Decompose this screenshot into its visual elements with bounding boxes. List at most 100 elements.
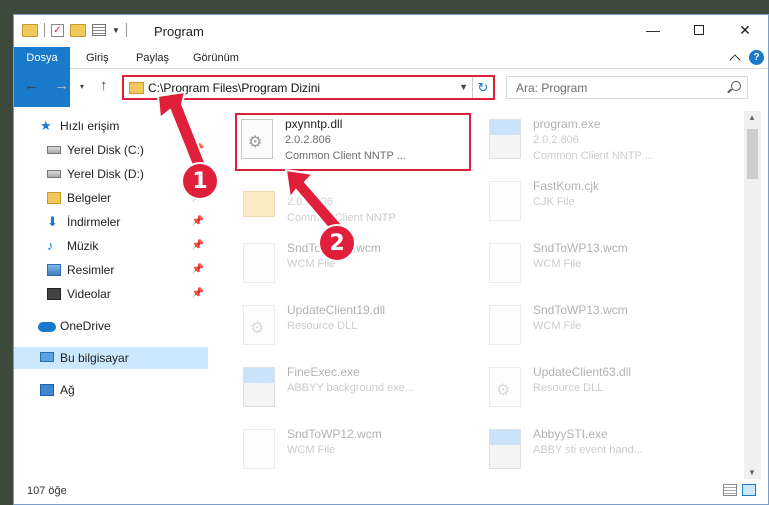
- file-description: Common Client NNTP ...: [285, 150, 406, 162]
- file-name: pxynntp.dll: [285, 117, 343, 131]
- close-button[interactable]: ✕: [722, 15, 768, 45]
- quick-access-toolbar: ✓ ▼: [22, 23, 127, 37]
- maximize-icon: [694, 25, 704, 35]
- dll-file-icon: [243, 305, 275, 345]
- file-version: WCM File: [287, 444, 336, 456]
- pin-icon: 📌: [191, 240, 204, 251]
- scrollbar-thumb[interactable]: [747, 129, 758, 179]
- maximize-button[interactable]: [676, 15, 722, 45]
- scroll-down-icon[interactable]: ▼: [748, 468, 756, 477]
- address-chevron-down-icon[interactable]: ▼: [459, 82, 468, 92]
- file-item[interactable]: SndToWP12.wcm WCM File: [235, 423, 475, 481]
- details-view-icon[interactable]: [723, 484, 737, 496]
- sidebar-item-documents[interactable]: Belgeler 📌: [14, 187, 208, 209]
- pin-icon: 📌: [191, 264, 204, 275]
- sidebar-item-disk-d[interactable]: Yerel Disk (D:): [14, 163, 208, 185]
- file-version: WCM File: [533, 258, 582, 270]
- recent-locations-chevron-icon[interactable]: ▾: [80, 82, 84, 91]
- cloud-icon: [38, 322, 56, 332]
- file-item[interactable]: es 2.0.2.806 Common Client NNTP: [235, 175, 475, 235]
- network-icon: [40, 384, 54, 396]
- address-path[interactable]: C:\Program Files\Program Dizini: [148, 81, 320, 95]
- forward-button[interactable]: →: [54, 77, 69, 94]
- file-name: FineExec.exe: [287, 365, 360, 379]
- sidebar-item-label: Ağ: [60, 383, 75, 397]
- tiles-view-icon[interactable]: [742, 484, 756, 496]
- pin-icon: 📌: [191, 216, 204, 227]
- new-folder-icon[interactable]: [70, 23, 86, 37]
- help-icon[interactable]: ?: [749, 50, 764, 65]
- file-icon: [489, 181, 521, 221]
- music-icon: ♪: [47, 238, 54, 253]
- address-bar[interactable]: C:\Program Files\Program Dizini ▼ ↻: [122, 75, 495, 100]
- file-description: Common Client NNTP: [287, 212, 396, 224]
- search-input[interactable]: Ara: Program: [506, 76, 748, 99]
- file-name: es: [287, 179, 300, 193]
- file-item-pxynntp-dll[interactable]: pxynntp.dll 2.0.2.806 Common Client NNTP…: [235, 113, 471, 171]
- file-name: SndToWP13.wcm: [533, 241, 628, 255]
- properties-check-icon[interactable]: ✓: [51, 23, 64, 37]
- file-version: 2.0.2.806: [285, 134, 331, 146]
- tab-home[interactable]: Giriş: [86, 47, 109, 69]
- file-version: ABBY sti event hand...: [533, 444, 643, 456]
- status-bar: 107 öğe: [14, 479, 768, 504]
- dll-file-icon: [241, 119, 273, 159]
- disk-icon: [47, 170, 61, 178]
- file-version: Resource DLL: [533, 382, 604, 394]
- ribbon-controls: ?: [729, 50, 764, 66]
- file-name: FastKom.cjk: [533, 179, 600, 193]
- file-version: CJK File: [533, 196, 575, 208]
- pin-icon: 📌: [191, 288, 204, 299]
- file-item[interactable]: FastKom.cjk CJK File: [481, 175, 721, 235]
- sidebar-item-onedrive[interactable]: OneDrive: [14, 315, 208, 337]
- minimize-button[interactable]: —: [630, 15, 676, 45]
- vertical-scrollbar[interactable]: ▲ ▼: [744, 111, 761, 479]
- sidebar-item-label: Videolar: [67, 287, 111, 301]
- sidebar-item-videos[interactable]: Videolar 📌: [14, 283, 208, 305]
- customize-toolbar-chevron-icon[interactable]: ▼: [112, 26, 120, 35]
- exe-file-icon: [243, 367, 275, 407]
- file-item[interactable]: SndToWP13.wcm WCM File: [481, 299, 721, 359]
- file-name: SndToWP12.wcm: [287, 427, 382, 441]
- sidebar-item-disk-c[interactable]: Yerel Disk (C:) 📌: [14, 139, 208, 161]
- up-button[interactable]: ↑: [100, 77, 108, 94]
- expand-ribbon-chevron-icon[interactable]: [729, 54, 741, 66]
- file-version: ABBYY background exe...: [287, 382, 414, 394]
- tab-share[interactable]: Paylaş: [136, 47, 169, 69]
- file-item[interactable]: UpdateClient19.dll Resource DLL: [235, 299, 475, 359]
- file-item[interactable]: AbbyySTI.exe ABBY sti event hand...: [481, 423, 721, 481]
- window-title: Program: [154, 24, 204, 39]
- back-button[interactable]: ←: [24, 77, 39, 94]
- pictures-icon: [47, 264, 61, 276]
- file-item[interactable]: UpdateClient63.dll Resource DLL: [481, 361, 721, 421]
- refresh-button[interactable]: ↻: [472, 77, 493, 98]
- step-1-badge: 1: [181, 162, 219, 200]
- sidebar-item-pictures[interactable]: Resimler 📌: [14, 259, 208, 281]
- file-name: program.exe: [533, 117, 601, 131]
- file-name: UpdateClient63.dll: [533, 365, 632, 379]
- file-item[interactable]: FineExec.exe ABBYY background exe...: [235, 361, 475, 421]
- tab-view[interactable]: Görünüm: [193, 47, 239, 69]
- scroll-up-icon[interactable]: ▲: [748, 113, 756, 122]
- file-item[interactable]: SndToWP13.wcm WCM File: [481, 237, 721, 297]
- file-version: 2.0.2.806: [287, 196, 333, 208]
- sidebar-item-music[interactable]: ♪ Müzik 📌: [14, 235, 208, 257]
- pin-icon: 📌: [191, 144, 204, 155]
- search-icon[interactable]: [731, 81, 741, 91]
- exe-file-icon: [489, 119, 521, 159]
- file-version: WCM File: [533, 320, 582, 332]
- sidebar-item-network[interactable]: Ağ: [14, 379, 208, 401]
- sidebar-item-label: Müzik: [67, 239, 99, 253]
- sidebar-item-quick-access[interactable]: ★ Hızlı erişim: [14, 115, 208, 137]
- sidebar-item-downloads[interactable]: ⬇ İndirmeler 📌: [14, 211, 208, 233]
- file-item[interactable]: program.exe 2.0.2.806 Common Client NNTP…: [481, 113, 721, 173]
- folder-icon: [22, 23, 38, 37]
- sidebar-item-this-pc[interactable]: Bu bilgisayar: [14, 347, 208, 369]
- file-icon: [489, 305, 521, 345]
- file-version: Resource DLL: [287, 320, 358, 332]
- sidebar-item-label: Hızlı erişim: [60, 119, 120, 133]
- properties-icon[interactable]: [92, 24, 106, 36]
- sidebar-item-label: Yerel Disk (C:): [67, 143, 144, 157]
- file-name: UpdateClient19.dll: [287, 303, 386, 317]
- file-icon: [489, 243, 521, 283]
